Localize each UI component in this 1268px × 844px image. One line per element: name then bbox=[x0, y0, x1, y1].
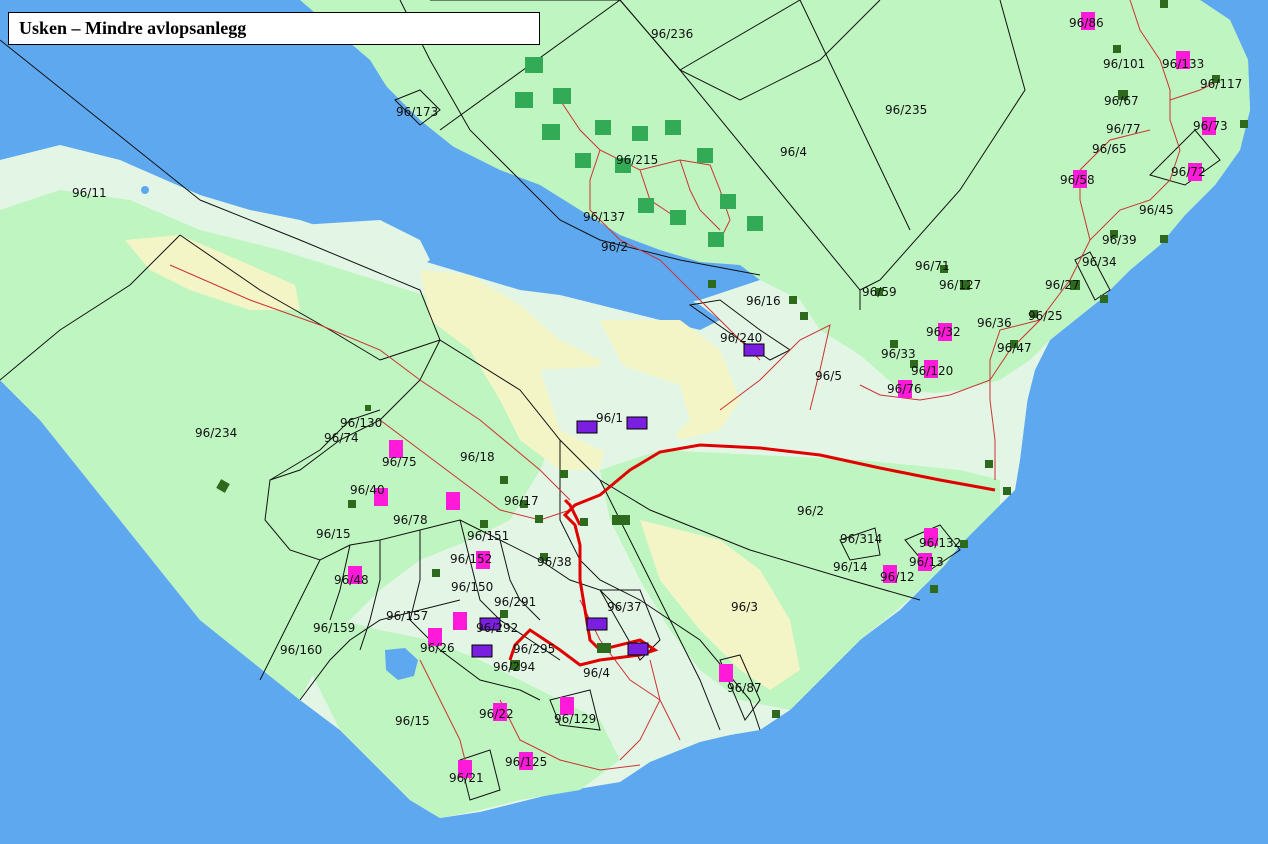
parcel-label: 96/75 bbox=[382, 455, 417, 469]
parcel-label: 96/39 bbox=[1102, 233, 1137, 247]
parcel-label: 96/4 bbox=[780, 145, 807, 159]
parcel-label: 96/34 bbox=[1082, 255, 1117, 269]
parcel-label: 96/38 bbox=[537, 555, 572, 569]
parcel-label: 96/1 bbox=[596, 411, 623, 425]
parcel-label: 96/292 bbox=[476, 621, 518, 635]
parcel-label: 96/25 bbox=[1028, 309, 1063, 323]
parcel-label: 96/151 bbox=[467, 529, 509, 543]
parcel-label: 96/137 bbox=[583, 210, 625, 224]
parcel-label: 96/21 bbox=[449, 771, 484, 785]
parcel-label: 96/5 bbox=[815, 369, 842, 383]
parcel-label: 96/16 bbox=[746, 294, 781, 308]
pond bbox=[141, 186, 149, 194]
parcel-label: 96/215 bbox=[616, 153, 658, 167]
parcel-label: 96/74 bbox=[324, 431, 359, 445]
parcel-label: 96/157 bbox=[386, 609, 428, 623]
parcel-label: 96/13 bbox=[909, 555, 944, 569]
parcel-label: 96/17 bbox=[504, 494, 539, 508]
parcel-label: 96/48 bbox=[334, 573, 369, 587]
parcel-label: 96/14 bbox=[833, 560, 868, 574]
map-canvas[interactable]: 96/236 96/235 96/173 96/4 96/11 96/215 9… bbox=[0, 0, 1268, 844]
parcel-label: 96/15 bbox=[316, 527, 351, 541]
parcel-label: 96/234 bbox=[195, 426, 237, 440]
parcel-label: 96/2 bbox=[797, 504, 824, 518]
parcel-label: 96/65 bbox=[1092, 142, 1127, 156]
parcel-label: 96/87 bbox=[727, 681, 762, 695]
parcel-label: 96/127 bbox=[939, 278, 981, 292]
parcel-label: 96/120 bbox=[911, 364, 953, 378]
parcel-label: 96/45 bbox=[1139, 203, 1174, 217]
parcel-label: 96/291 bbox=[494, 595, 536, 609]
parcel-label: 96/71 bbox=[915, 259, 950, 273]
parcel-label: 96/26 bbox=[420, 641, 455, 655]
parcel-label: 96/117 bbox=[1200, 77, 1242, 91]
parcel-label: 96/11 bbox=[72, 186, 107, 200]
parcel-label: 96/240 bbox=[720, 331, 762, 345]
parcel-label: 96/18 bbox=[460, 450, 495, 464]
parcel-label: 96/235 bbox=[885, 103, 927, 117]
parcel-label: 96/27 bbox=[1045, 278, 1080, 292]
parcel-label: 96/73 bbox=[1193, 119, 1228, 133]
parcel-label: 96/160 bbox=[280, 643, 322, 657]
parcel-label: 96/159 bbox=[313, 621, 355, 635]
parcel-label: 96/33 bbox=[881, 347, 916, 361]
parcel-label: 96/173 bbox=[396, 105, 438, 119]
parcel-label: 96/294 bbox=[493, 660, 535, 674]
parcel-label: 96/101 bbox=[1103, 57, 1145, 71]
map-title: Usken – Mindre avlopsanlegg bbox=[8, 12, 540, 45]
parcel-label: 96/78 bbox=[393, 513, 428, 527]
parcel-label: 96/133 bbox=[1162, 57, 1204, 71]
parcel-label: 96/129 bbox=[554, 712, 596, 726]
parcel-label: 96/37 bbox=[607, 600, 642, 614]
parcel-label: 96/59 bbox=[862, 285, 897, 299]
parcel-label: 96/12 bbox=[880, 570, 915, 584]
parcel-label: 96/32 bbox=[926, 325, 961, 339]
parcel-label: 96/125 bbox=[505, 755, 547, 769]
parcel-label: 96/76 bbox=[887, 382, 922, 396]
parcel-label: 96/58 bbox=[1060, 173, 1095, 187]
parcel-label: 96/15 bbox=[395, 714, 430, 728]
parcel-label: 96/295 bbox=[513, 642, 555, 656]
parcel-label: 96/77 bbox=[1106, 122, 1141, 136]
parcel-label: 96/130 bbox=[340, 416, 382, 430]
parcel-label: 96/40 bbox=[350, 483, 385, 497]
parcel-label: 96/314 bbox=[840, 532, 882, 546]
parcel-label: 96/2 bbox=[601, 240, 628, 254]
parcel-label: 96/36 bbox=[977, 316, 1012, 330]
parcel-label: 96/152 bbox=[450, 552, 492, 566]
parcel-label: 96/4 bbox=[583, 666, 610, 680]
parcel-label: 96/132 bbox=[919, 536, 961, 550]
parcel-label: 96/150 bbox=[451, 580, 493, 594]
parcel-label: 96/67 bbox=[1104, 94, 1139, 108]
parcel-label: 96/236 bbox=[651, 27, 693, 41]
parcel-label: 96/22 bbox=[479, 707, 514, 721]
parcel-label: 96/86 bbox=[1069, 16, 1104, 30]
parcel-label: 96/3 bbox=[731, 600, 758, 614]
parcel-label: 96/47 bbox=[997, 341, 1032, 355]
parcel-label: 96/72 bbox=[1171, 165, 1206, 179]
